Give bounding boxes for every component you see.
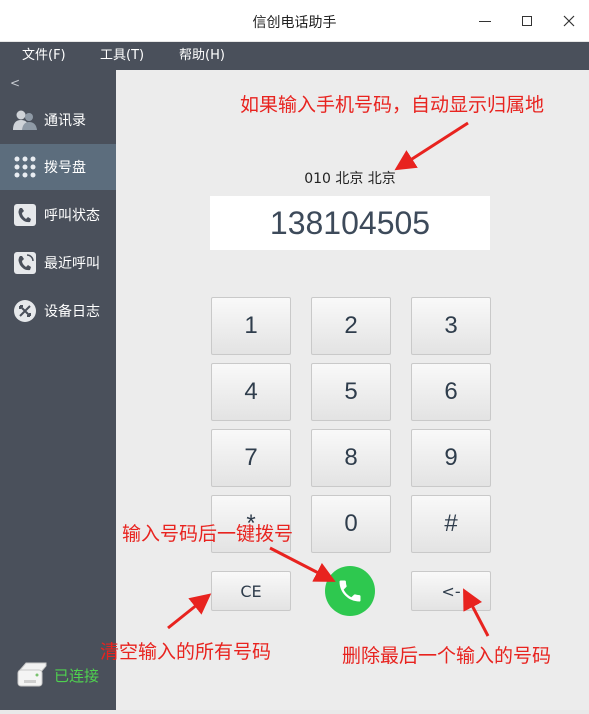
sidebar-item-recent-calls[interactable]: 最近呼叫	[0, 240, 116, 286]
clear-button[interactable]: CE	[211, 571, 291, 611]
sidebar: < 通讯录 拨号盘 呼叫状态 最近呼叫 设备日志 已连接	[0, 70, 116, 714]
number-display[interactable]: 138104505	[210, 196, 490, 250]
key-7[interactable]: 7	[211, 429, 291, 487]
sidebar-item-device-log[interactable]: 设备日志	[0, 288, 116, 334]
backspace-hint-annotation: 删除最后一个输入的号码	[342, 645, 552, 667]
contacts-icon	[12, 107, 38, 133]
maximize-icon	[522, 16, 532, 26]
menu-file[interactable]: 文件(F)	[22, 42, 66, 70]
call-hint-annotation: 输入号码后一键拨号	[122, 523, 294, 545]
sidebar-item-label: 呼叫状态	[44, 208, 100, 224]
menu-tools[interactable]: 工具(T)	[100, 42, 144, 70]
device-icon	[17, 662, 47, 687]
sidebar-item-label: 通讯录	[44, 113, 86, 129]
key-2[interactable]: 2	[311, 297, 391, 355]
key-hash[interactable]: #	[411, 495, 491, 553]
connection-status-text: 已连接	[54, 666, 100, 685]
close-button[interactable]	[554, 8, 584, 34]
window-bottom-border	[0, 710, 589, 714]
key-5[interactable]: 5	[311, 363, 391, 421]
call-button[interactable]	[325, 566, 375, 616]
location-label: 010 北京 北京	[304, 171, 396, 187]
sidebar-item-call-status[interactable]: 呼叫状态	[0, 192, 116, 238]
location-hint-annotation: 如果输入手机号码，自动显示归属地	[240, 94, 545, 116]
sidebar-item-dialpad[interactable]: 拨号盘	[0, 144, 116, 190]
recent-calls-icon	[12, 250, 38, 276]
minimize-button[interactable]	[470, 8, 500, 34]
sidebar-collapse-button[interactable]: <	[10, 76, 20, 90]
phone-icon	[339, 580, 361, 602]
key-1[interactable]: 1	[211, 297, 291, 355]
key-9[interactable]: 9	[411, 429, 491, 487]
close-icon	[563, 15, 575, 27]
dialer-panel: 010 北京 北京 138104505 1 2 3 4 5 6 7 8 9 * …	[116, 70, 589, 710]
clear-hint-annotation: 清空输入的所有号码	[100, 641, 272, 663]
key-6[interactable]: 6	[411, 363, 491, 421]
menu-bar: 文件(F) 工具(T) 帮助(H)	[0, 42, 589, 70]
connection-status: 已连接	[16, 660, 99, 690]
menu-help[interactable]: 帮助(H)	[179, 42, 225, 70]
key-4[interactable]: 4	[211, 363, 291, 421]
key-3[interactable]: 3	[411, 297, 491, 355]
backspace-button[interactable]: <-	[411, 571, 491, 611]
call-status-icon	[12, 202, 38, 228]
dialpad-icon	[12, 154, 38, 180]
minimize-icon	[479, 20, 491, 22]
device-log-icon	[12, 298, 38, 324]
sidebar-item-label: 设备日志	[44, 304, 100, 320]
key-0[interactable]: 0	[311, 495, 391, 553]
sidebar-item-label: 拨号盘	[44, 160, 86, 176]
sidebar-item-label: 最近呼叫	[44, 256, 100, 272]
maximize-button[interactable]	[512, 8, 542, 34]
sidebar-item-contacts[interactable]: 通讯录	[0, 97, 116, 143]
title-bar: 信创电话助手	[0, 0, 589, 42]
key-8[interactable]: 8	[311, 429, 391, 487]
window-title: 信创电话助手	[252, 15, 337, 31]
